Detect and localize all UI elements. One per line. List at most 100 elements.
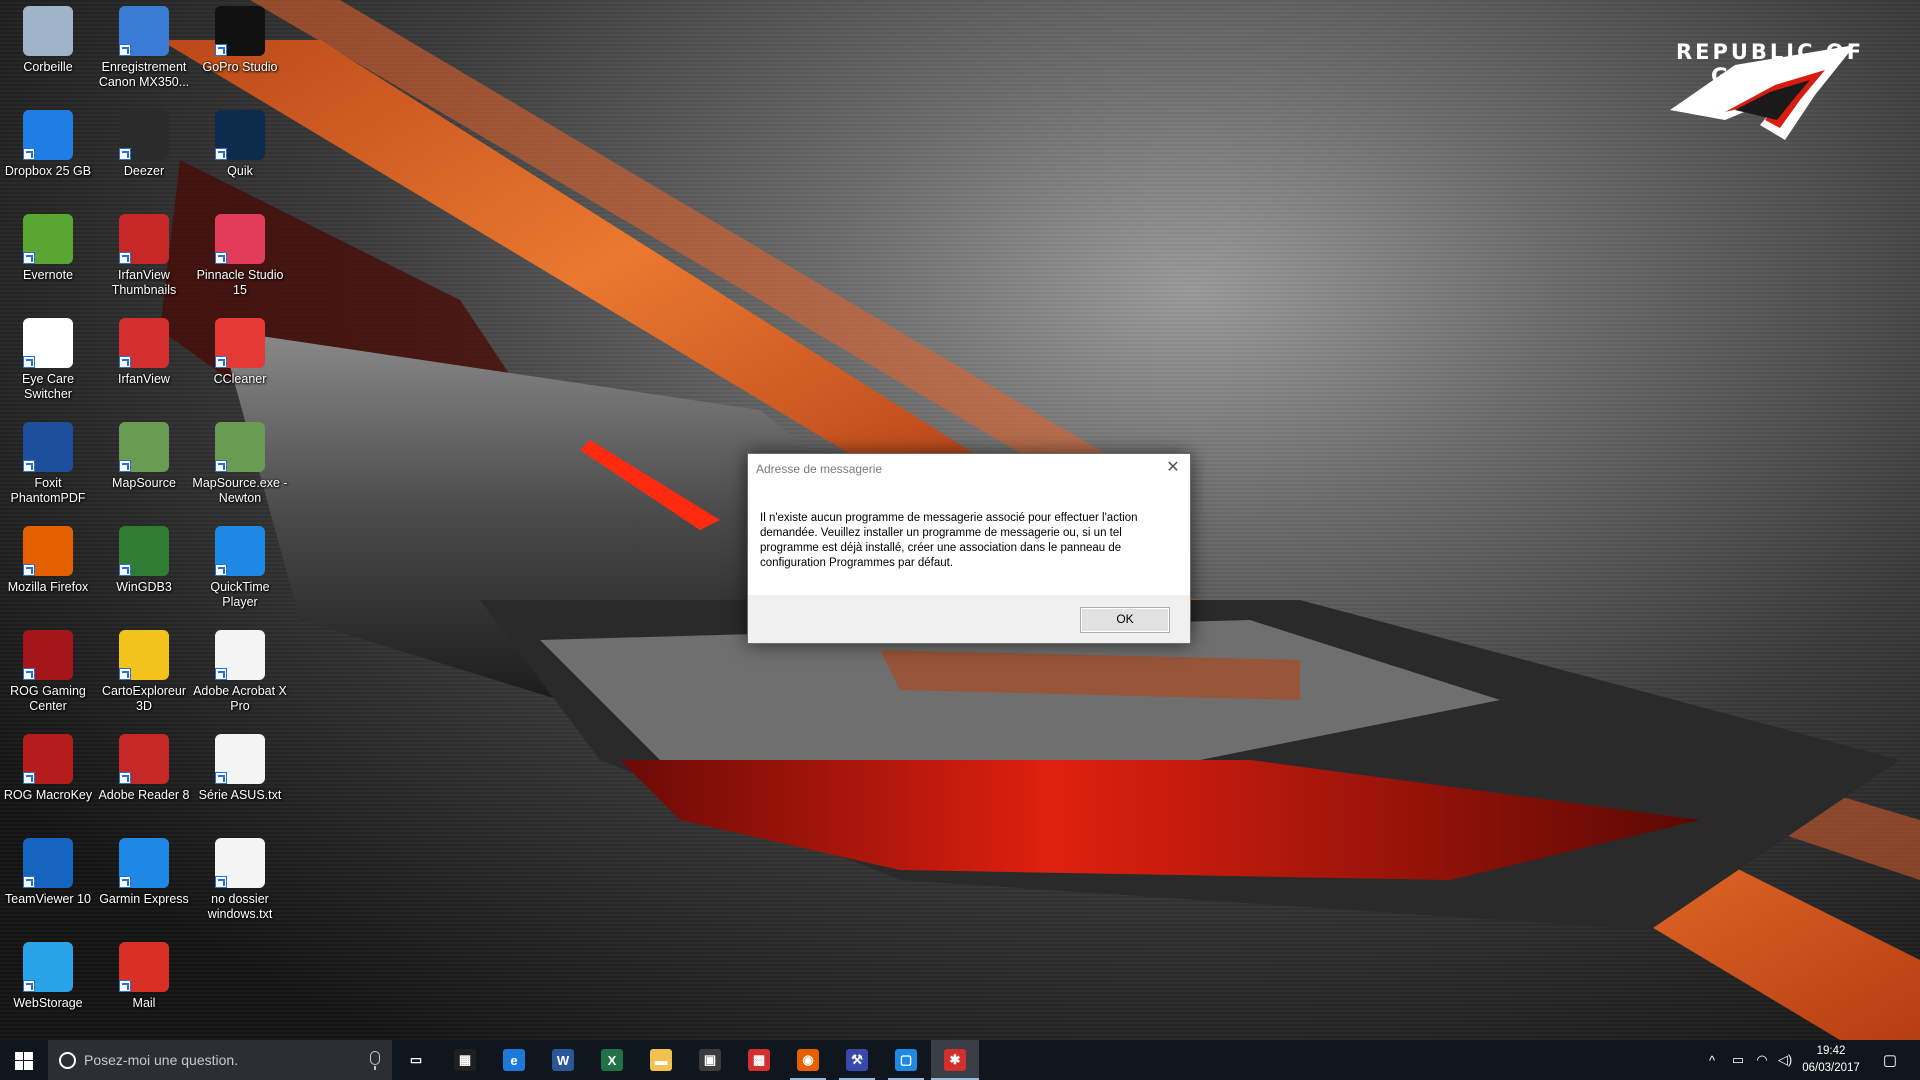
recycle-bin-icon [23,6,73,56]
desktop-icon[interactable]: Quik [192,110,288,179]
ok-button[interactable]: OK [1080,607,1170,633]
show-hidden-icons-button[interactable]: ^ [1700,1040,1724,1080]
desktop-icon[interactable]: Pinnacle Studio 15 [192,214,288,298]
desktop-icon[interactable]: WinGDB3 [96,526,192,595]
desktop-icon-label: Eye Care Switcher [21,372,75,401]
mapsource-newton-icon [215,422,265,472]
taskbar-store-button[interactable]: ▣ [686,1040,734,1080]
shortcut-arrow-icon [23,356,35,368]
desktop-icon[interactable]: Dropbox 25 GB [0,110,96,179]
taskbar: Posez-moi une question. ▭ ▦ e W X ▬ ▣ ▩ ◉ ⚒ ▢ ✱ ^ ▭… [0,1040,1920,1080]
garmin-express-icon [119,838,169,888]
desktop-icon[interactable]: IrfanView [96,318,192,387]
desktop-icon[interactable]: Garmin Express [96,838,192,907]
ccleaner-icon [215,318,265,368]
wingdb3-icon [119,526,169,576]
shortcut-arrow-icon [215,668,227,680]
desktop-icon[interactable]: ROG MacroKey [0,734,96,803]
desktop-icon[interactable]: Evernote [0,214,96,283]
desktop-icon-label: ROG MacroKey [3,788,93,802]
gift-icon: ▩ [748,1049,770,1071]
desktop-icon-label: CCleaner [213,372,267,386]
desktop-icon[interactable]: Mozilla Firefox [0,526,96,595]
dialog-close-button[interactable]: ✕ [1156,454,1190,484]
taskbar-edge-button[interactable]: e [490,1040,538,1080]
battery-icon[interactable]: ▭ [1726,1040,1750,1080]
desktop-icon[interactable]: CartoExploreur 3D [96,630,192,714]
desktop-icon[interactable]: Adobe Acrobat X Pro [192,630,288,714]
irfanview-icon [119,318,169,368]
taskbar-firefox-button[interactable]: ◉ [784,1040,832,1080]
desktop-icon[interactable]: no dossier windows.txt [192,838,288,922]
taskbar-tool-button[interactable]: ⚒ [833,1040,881,1080]
desktop-icon[interactable]: ROG Gaming Center [0,630,96,714]
deezer-icon [119,110,169,160]
desktop-icon-label: Deezer [123,164,165,178]
taskbar-word-button[interactable]: W [539,1040,587,1080]
adobe-reader-icon [119,734,169,784]
desktop-icon[interactable]: CCleaner [192,318,288,387]
desktop-icon[interactable]: MapSource.exe - Newton [192,422,288,506]
desktop-icon-label: Corbeille [23,60,73,74]
desktop-icon-label: WinGDB3 [116,580,172,594]
desktop-icon[interactable]: Deezer [96,110,192,179]
action-center-button[interactable]: ▢ [1872,1040,1908,1080]
clock[interactable]: 19:42 06/03/2017 [1786,1043,1876,1077]
eye-care-icon [23,318,73,368]
wifi-icon[interactable]: ◠ [1750,1040,1774,1080]
irfanview-thumbnails-icon [119,214,169,264]
desktop-icon-label: Pinnacle Studio 15 [196,268,284,297]
desktop-icon[interactable]: Enregistrement Canon MX350... [96,6,192,90]
desktop-icon[interactable]: MapSource [96,422,192,491]
desktop-icon-label: Mozilla Firefox [7,580,89,594]
desktop-icon-label: TeamViewer 10 [5,892,91,906]
taskbar-calculator-button[interactable]: ▦ [441,1040,489,1080]
taskbar-gift-button[interactable]: ▩ [735,1040,783,1080]
shortcut-arrow-icon [119,772,131,784]
shortcut-arrow-icon [23,148,35,160]
desktop-icon[interactable]: Foxit PhantomPDF [0,422,96,506]
edge-icon: e [503,1049,525,1071]
desktop-icon-label: IrfanView [118,372,170,386]
irfanview-icon: ✱ [944,1049,966,1071]
shortcut-arrow-icon [23,252,35,264]
desktop-icon[interactable]: Série ASUS.txt [192,734,288,803]
desktop-icon[interactable]: Eye Care Switcher [0,318,96,402]
taskbar-window-app-button[interactable]: ▢ [882,1040,930,1080]
desktop-icon[interactable]: TeamViewer 10 [0,838,96,907]
rog-eye-icon [1670,45,1855,140]
desktop-icon[interactable]: GoPro Studio [192,6,288,75]
shortcut-arrow-icon [119,668,131,680]
dialog-titlebar[interactable]: Adresse de messagerie ✕ [748,454,1190,484]
desktop-icon-label: Série ASUS.txt [198,788,282,802]
desktop-icon[interactable]: QuickTime Player [192,526,288,610]
shortcut-arrow-icon [215,148,227,160]
shortcut-arrow-icon [119,356,131,368]
desktop-icon-label: MapSource.exe - Newton [192,476,288,505]
chevron-up-icon: ^ [1708,1052,1716,1068]
gopro-studio-icon [215,6,265,56]
quicktime-icon [215,526,265,576]
excel-icon: X [601,1049,623,1071]
desktop-icon[interactable]: Mail [96,942,192,1011]
cartoexploreur-icon [119,630,169,680]
desktop-icon-label: no dossier windows.txt [207,892,273,921]
taskbar-task-view-button[interactable]: ▭ [392,1040,440,1080]
desktop-icon[interactable]: Corbeille [0,6,96,75]
shortcut-arrow-icon [215,44,227,56]
taskbar-file-explorer-button[interactable]: ▬ [637,1040,685,1080]
shortcut-arrow-icon [119,44,131,56]
desktop-icon[interactable]: Adobe Reader 8 [96,734,192,803]
teamviewer-icon [23,838,73,888]
desktop-icon[interactable]: IrfanView Thumbnails [96,214,192,298]
microphone-icon[interactable] [370,1051,380,1070]
cortana-search-box[interactable]: Posez-moi une question. [48,1040,392,1080]
shortcut-arrow-icon [23,772,35,784]
shortcut-arrow-icon [215,564,227,576]
clock-time: 19:42 [1816,1045,1846,1057]
shortcut-arrow-icon [119,564,131,576]
start-button[interactable] [0,1040,48,1080]
taskbar-excel-button[interactable]: X [588,1040,636,1080]
desktop-icon[interactable]: WebStorage [0,942,96,1011]
taskbar-irfanview-button[interactable]: ✱ [931,1040,979,1080]
